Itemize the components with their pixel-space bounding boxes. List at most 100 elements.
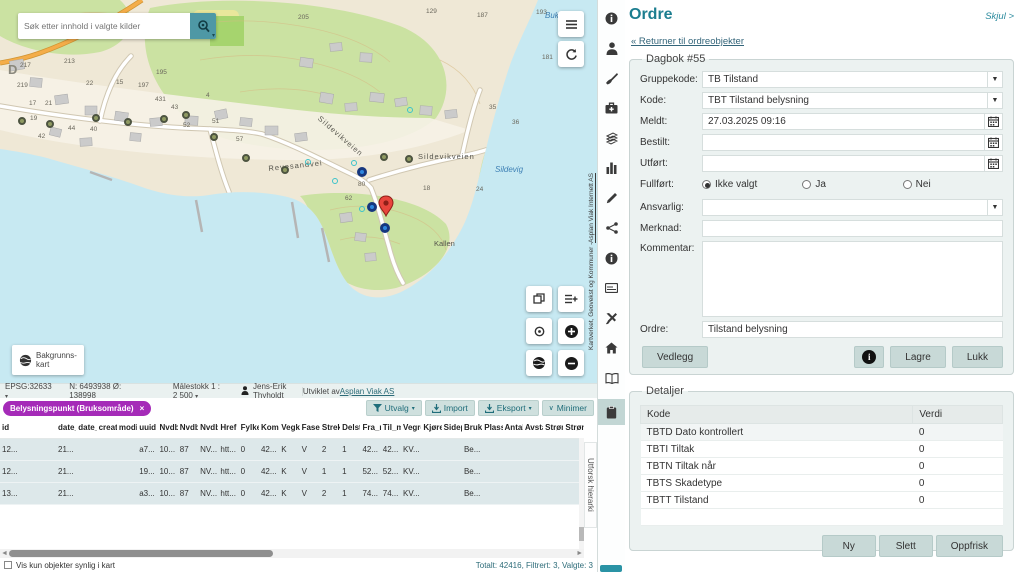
kommentar-textarea[interactable] bbox=[702, 241, 1003, 317]
zoom-in-button[interactable] bbox=[558, 318, 584, 344]
import-button[interactable]: Import bbox=[425, 400, 475, 416]
column-header[interactable]: date_ bbox=[76, 418, 96, 438]
meldt-calendar-button[interactable] bbox=[985, 113, 1003, 130]
column-header[interactable]: Bruks bbox=[462, 418, 482, 438]
share-icon[interactable] bbox=[598, 219, 625, 237]
radio-dot[interactable] bbox=[702, 180, 711, 189]
info-icon[interactable] bbox=[598, 9, 625, 27]
column-header[interactable]: Href bbox=[218, 418, 238, 438]
eksport-button[interactable]: Eksport ▾ bbox=[478, 400, 539, 416]
column-header[interactable]: modif bbox=[117, 418, 137, 438]
radio-nei[interactable]: Nei bbox=[903, 179, 1003, 190]
lukk-button[interactable]: Lukk bbox=[952, 346, 1003, 368]
map[interactable]: SildevikveienSildevikveienRevesandveiSil… bbox=[0, 0, 597, 383]
column-header[interactable]: Strek bbox=[320, 418, 340, 438]
search-input[interactable] bbox=[18, 21, 190, 31]
gruppekode-dropdown-icon[interactable]: ▼ bbox=[987, 71, 1003, 88]
pencil-icon[interactable] bbox=[598, 189, 625, 207]
bestilt-calendar-button[interactable] bbox=[985, 134, 1003, 151]
map-marker-olive[interactable] bbox=[210, 133, 218, 141]
column-header[interactable]: Vegre bbox=[401, 418, 421, 438]
radio-dot[interactable] bbox=[903, 180, 912, 189]
oppfrisk-button[interactable]: Oppfrisk bbox=[936, 535, 1003, 557]
map-marker-blue[interactable] bbox=[357, 167, 367, 177]
scroll-left-icon[interactable]: ◄ bbox=[1, 549, 8, 558]
hide-panel-link[interactable]: Skjul > bbox=[985, 11, 1014, 22]
column-header[interactable]: Fra_m bbox=[360, 418, 380, 438]
kode-select[interactable]: TBT Tilstand belysning ▼ bbox=[702, 92, 1003, 109]
layers-icon[interactable] bbox=[598, 129, 625, 147]
ordre-input[interactable] bbox=[708, 322, 997, 337]
zoom-out-button[interactable] bbox=[558, 350, 584, 376]
visible-only-checkbox[interactable] bbox=[4, 561, 12, 569]
detaljer-row[interactable]: TBTS Skadetype0 bbox=[641, 475, 1003, 492]
column-header[interactable]: Delst bbox=[340, 418, 360, 438]
user-profile-icon[interactable] bbox=[598, 39, 625, 57]
radio-ikke-valgt[interactable]: Ikke valgt bbox=[702, 179, 802, 190]
column-header[interactable]: Komm bbox=[259, 418, 279, 438]
meldt-input[interactable] bbox=[708, 114, 979, 129]
map-marker-cyan[interactable] bbox=[359, 206, 365, 212]
developer-link[interactable]: Asplan Viak AS bbox=[340, 387, 395, 396]
map-marker-olive[interactable] bbox=[124, 118, 132, 126]
map-marker-olive[interactable] bbox=[160, 115, 168, 123]
vedlegg-button[interactable]: Vedlegg bbox=[642, 346, 708, 368]
attribution-link[interactable]: Asplan Viak Internett AS bbox=[588, 173, 595, 243]
filter-badge[interactable]: Belysningspunkt (Bruksområde) × bbox=[3, 401, 151, 416]
map-marker-olive[interactable] bbox=[92, 114, 100, 122]
column-header[interactable]: Vegka bbox=[279, 418, 299, 438]
tools-icon[interactable] bbox=[598, 309, 625, 327]
book-icon[interactable] bbox=[598, 369, 625, 387]
table-row[interactable]: 12...21...a7...10...87NV...htt...042...K… bbox=[0, 438, 584, 460]
map-marker-olive[interactable] bbox=[242, 154, 250, 162]
map-marker-olive[interactable] bbox=[46, 120, 54, 128]
briefcase-icon[interactable] bbox=[598, 99, 625, 117]
table-row[interactable]: 12...21...19...10...87NV...htt...042...K… bbox=[0, 460, 584, 482]
column-header[interactable]: Avsta bbox=[523, 418, 543, 438]
selected-pin-marker[interactable] bbox=[378, 195, 394, 222]
ny-button[interactable]: Ny bbox=[822, 535, 876, 557]
detaljer-row[interactable] bbox=[641, 509, 1003, 526]
column-header[interactable]: Kjøre bbox=[421, 418, 441, 438]
badge-close-icon[interactable]: × bbox=[140, 404, 145, 413]
bestilt-input[interactable] bbox=[708, 135, 979, 150]
table-horizontal-scrollbar[interactable]: ◄ ► bbox=[0, 549, 584, 558]
slett-button[interactable]: Slett bbox=[879, 535, 933, 557]
column-header[interactable]: Fylke bbox=[239, 418, 259, 438]
gruppekode-select[interactable]: TB Tilstand ▼ bbox=[702, 71, 1003, 88]
column-header[interactable]: Strøm bbox=[543, 418, 563, 438]
column-header[interactable]: Plass bbox=[482, 418, 502, 438]
map-marker-cyan[interactable] bbox=[351, 160, 357, 166]
kode-dropdown-icon[interactable]: ▼ bbox=[987, 92, 1003, 109]
home-icon[interactable] bbox=[598, 339, 625, 357]
map-duplicate-button[interactable] bbox=[526, 286, 552, 312]
map-marker-cyan[interactable] bbox=[332, 178, 338, 184]
radio-dot[interactable] bbox=[802, 180, 811, 189]
map-marker-blue[interactable] bbox=[380, 223, 390, 233]
map-marker-blue[interactable] bbox=[367, 202, 377, 212]
map-globe-button[interactable] bbox=[526, 350, 552, 376]
column-header[interactable]: Fase bbox=[300, 418, 320, 438]
utfort-calendar-button[interactable] bbox=[985, 155, 1003, 172]
search-button[interactable]: ▾ bbox=[190, 13, 216, 39]
column-header[interactable]: Sidep bbox=[442, 418, 462, 438]
chart-icon[interactable] bbox=[598, 159, 625, 177]
ansvarlig-dropdown-icon[interactable]: ▼ bbox=[987, 199, 1003, 216]
map-marker-olive[interactable] bbox=[380, 153, 388, 161]
card-icon[interactable] bbox=[598, 279, 625, 297]
map-marker-olive[interactable] bbox=[281, 166, 289, 174]
lagre-button[interactable]: Lagre bbox=[890, 346, 946, 368]
utforsk-hierarki-tab[interactable]: Utforsk hierarki bbox=[584, 442, 597, 528]
column-header[interactable]: uuid bbox=[137, 418, 157, 438]
info-button[interactable]: i bbox=[854, 346, 884, 368]
scrollbar-thumb[interactable] bbox=[9, 550, 273, 557]
column-header[interactable]: Til_m bbox=[381, 418, 401, 438]
utfort-input[interactable] bbox=[708, 156, 979, 171]
clipboard-icon[interactable] bbox=[598, 399, 625, 425]
map-marker-cyan[interactable] bbox=[305, 159, 311, 165]
brush-icon[interactable] bbox=[598, 69, 625, 87]
map-refresh-button[interactable] bbox=[558, 41, 584, 67]
merknad-input[interactable] bbox=[708, 221, 997, 236]
map-marker-olive[interactable] bbox=[18, 117, 26, 125]
map-marker-olive[interactable] bbox=[405, 155, 413, 163]
